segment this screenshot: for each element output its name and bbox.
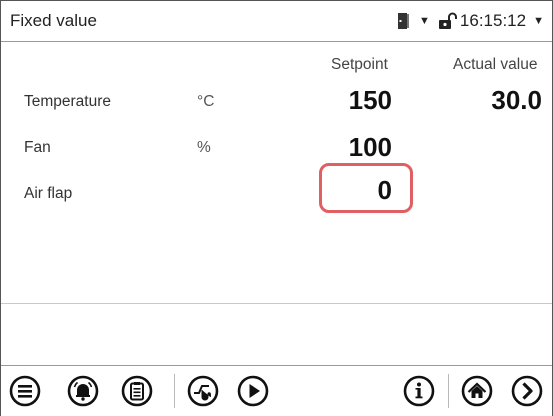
- setpoint-value-temperature[interactable]: 150: [349, 85, 392, 116]
- play-icon[interactable]: [237, 375, 269, 407]
- setpoint-value-fan[interactable]: 100: [349, 132, 392, 163]
- alarm-icon[interactable]: [67, 375, 99, 407]
- footer-divider: [174, 374, 175, 408]
- unlock-icon[interactable]: [438, 12, 458, 30]
- row-unit-fan: %: [197, 139, 211, 156]
- header-status: ▼ 16:15:12 ▼: [395, 9, 544, 33]
- setpoint-highlight-air-flap[interactable]: [319, 163, 413, 213]
- divider: [1, 303, 552, 304]
- list-icon[interactable]: [121, 375, 153, 407]
- next-icon[interactable]: [511, 375, 543, 407]
- door-icon[interactable]: [395, 12, 411, 30]
- page-title: Fixed value: [10, 11, 97, 30]
- row-unit-temperature: °C: [197, 93, 215, 110]
- menu-icon[interactable]: [9, 375, 41, 407]
- controller-screen: Fixed value ▼ 16:15:12 ▼ Setpoint Actual…: [0, 0, 553, 416]
- setpoint-value-air-flap[interactable]: 0: [378, 175, 392, 206]
- footer-divider: [448, 374, 449, 408]
- home-icon[interactable]: [461, 375, 493, 407]
- info-icon[interactable]: [403, 375, 435, 407]
- row-label-temperature: Temperature: [24, 93, 112, 110]
- dropdown-caret-icon[interactable]: ▼: [533, 15, 544, 27]
- row-label-air-flap: Air flap: [24, 185, 73, 202]
- footer-bar: [1, 365, 552, 416]
- setpoint-column-header: Setpoint: [331, 56, 388, 73]
- actual-value-temperature: 30.0: [491, 85, 542, 115]
- program-icon[interactable]: [187, 375, 219, 407]
- clock: 16:15:12: [459, 11, 527, 30]
- header-bar: Fixed value ▼ 16:15:12 ▼: [1, 1, 552, 42]
- row-label-fan: Fan: [24, 139, 51, 156]
- dropdown-caret-icon[interactable]: ▼: [419, 15, 430, 27]
- actual-value-column-header: Actual value: [453, 56, 538, 73]
